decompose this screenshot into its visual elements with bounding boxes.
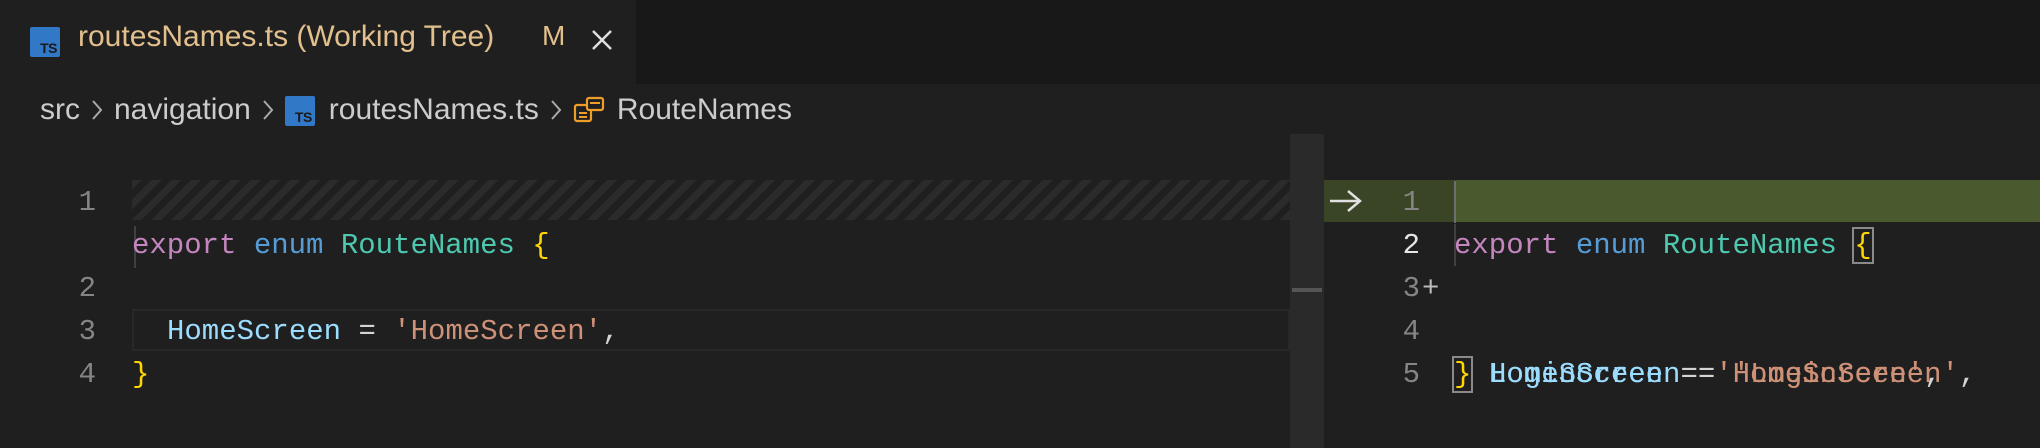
- line-number: 1: [78, 186, 96, 219]
- tab-bar: TS routesNames.ts (Working Tree) M: [0, 0, 2040, 84]
- close-icon[interactable]: [588, 26, 616, 54]
- chevron-right-icon: [551, 100, 562, 120]
- code-line-added[interactable]: 2 + LoginScreen = 'LoginScreen',: [1324, 181, 2040, 391]
- code-line[interactable]: 1 export enum RouteNames {: [1324, 138, 2040, 264]
- code-token: =: [1680, 358, 1698, 391]
- matched-bracket: }: [1451, 356, 1474, 393]
- breadcrumb-item-navigation[interactable]: navigation: [114, 93, 251, 127]
- chevron-right-icon: [92, 100, 103, 120]
- chevron-right-icon: [263, 100, 274, 120]
- breadcrumb-item-src[interactable]: src: [40, 93, 80, 127]
- typescript-file-icon: TS: [284, 93, 315, 127]
- code-line[interactable]: 5: [1324, 310, 2040, 391]
- indent-guide: [1454, 181, 1456, 223]
- code-token: HomeScreen: [1489, 358, 1664, 391]
- code-line[interactable]: 3 }: [0, 267, 1290, 391]
- breadcrumb-item-symbol[interactable]: RouteNames: [617, 93, 792, 127]
- diff-modified-editor[interactable]: 1 export enum RouteNames { 2 + LoginScre…: [1324, 134, 2040, 448]
- code-line[interactable]: 2 HomeScreen = 'HomeScreen',: [0, 224, 1290, 348]
- code-line[interactable]: 4 }: [1324, 267, 2040, 393]
- modified-indicator: M: [542, 20, 566, 51]
- line-number: 4: [78, 358, 96, 391]
- breadcrumb: src navigation TS routesNames.ts RouteNa…: [40, 88, 792, 132]
- deleted-placeholder-hatch: [132, 180, 1322, 220]
- code-line[interactable]: 4: [0, 310, 1290, 391]
- code-line[interactable]: 1 export enum RouteNames {: [0, 138, 1290, 262]
- tab-title[interactable]: routesNames.ts (Working Tree): [78, 20, 494, 54]
- code-token: }: [132, 358, 150, 391]
- diff-original-editor[interactable]: 1 export enum RouteNames { 2 HomeScreen …: [0, 134, 1322, 448]
- breadcrumb-item-file[interactable]: routesNames.ts: [329, 93, 539, 127]
- code-token: ,: [1958, 358, 1977, 391]
- indent-guide: [1454, 224, 1456, 266]
- code-line[interactable]: 3 HomeScreen = 'HomeScreen',: [1324, 224, 2040, 391]
- editor-tab[interactable]: TS routesNames.ts (Working Tree) M: [0, 0, 636, 84]
- enum-symbol-icon: [573, 96, 604, 123]
- code-token: 'HomeScreen': [1715, 358, 1925, 391]
- line-number: 5: [1402, 358, 1420, 391]
- scrollbar-position-marker: [1292, 288, 1322, 292]
- typescript-file-icon: TS: [30, 27, 60, 57]
- code-token: ,: [1924, 358, 1942, 391]
